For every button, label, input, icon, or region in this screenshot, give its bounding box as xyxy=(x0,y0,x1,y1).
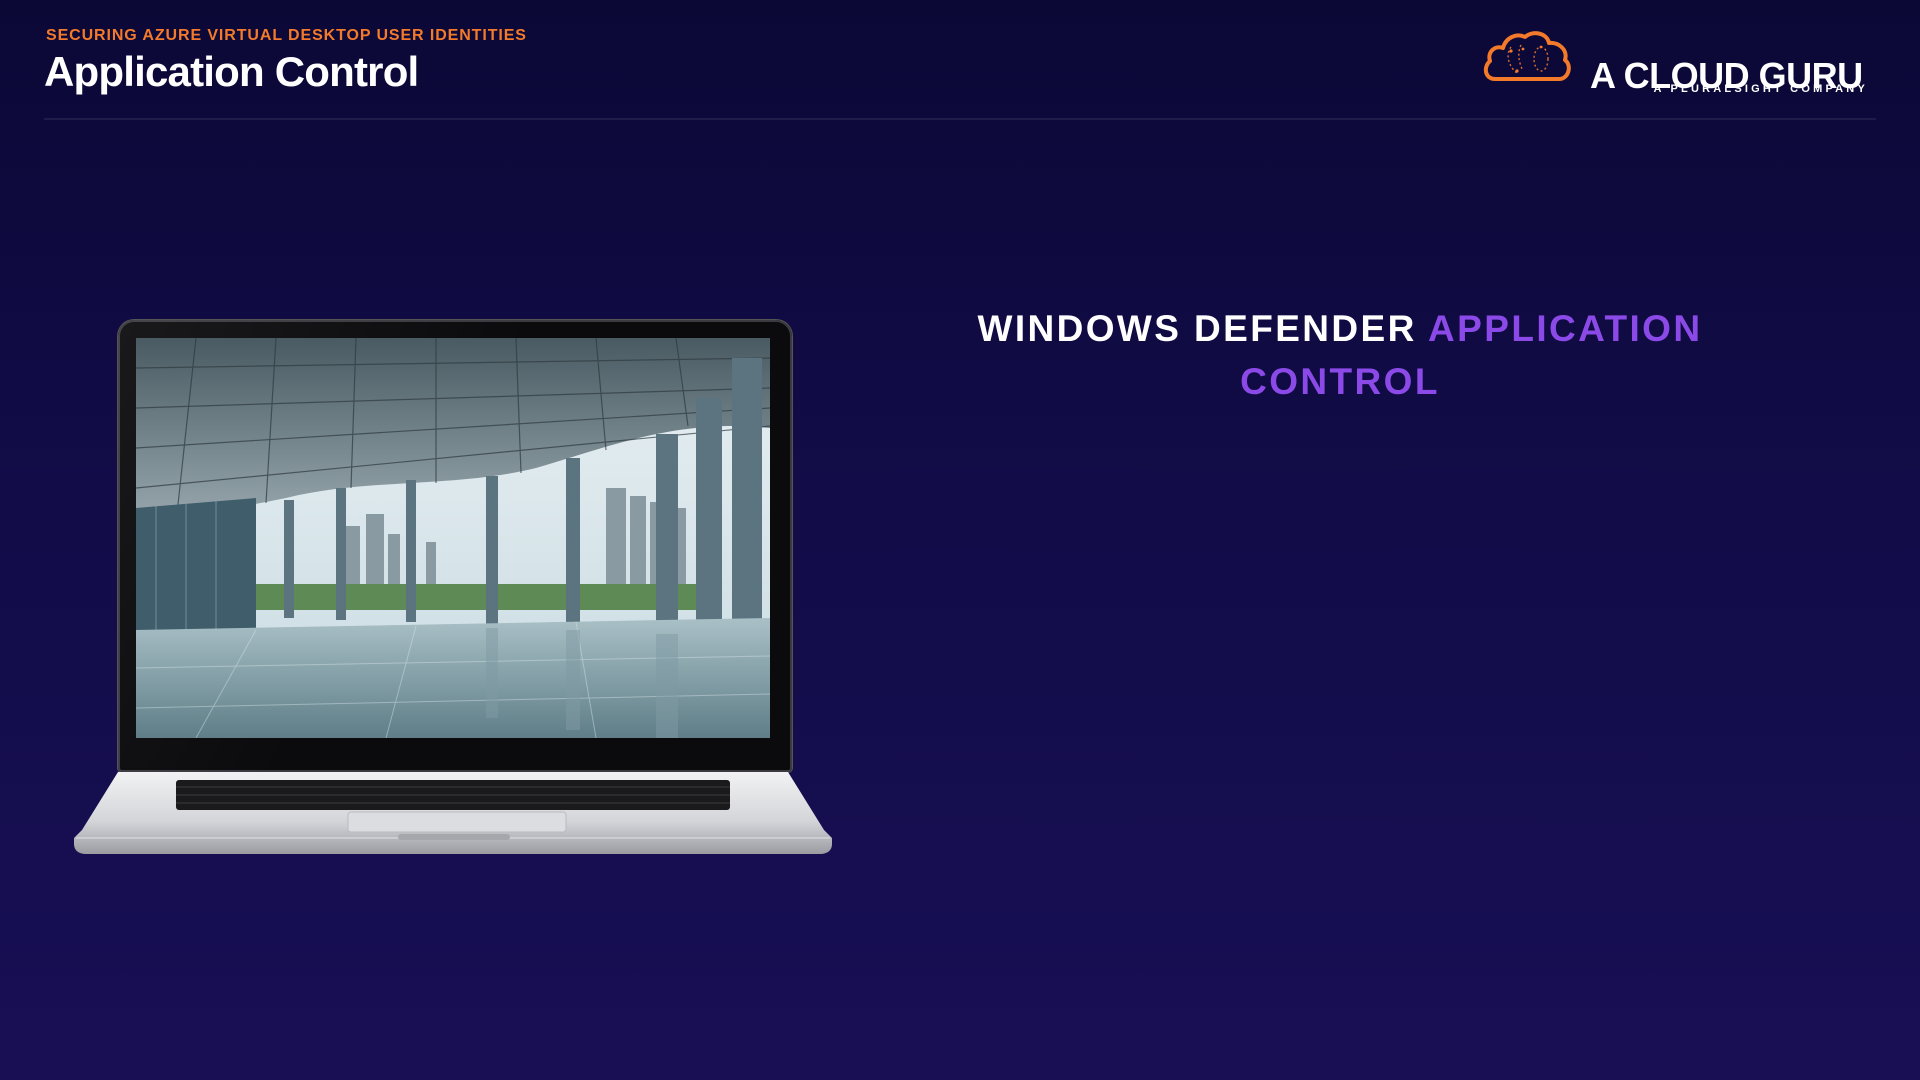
brand-tagline: A PLURALSIGHT COMPANY xyxy=(1653,83,1868,95)
heading-accent-text-2: CONTROL xyxy=(1240,361,1440,402)
laptop-illustration xyxy=(72,316,842,856)
brand-logo: A CLOUD GURU A PLURALSIGHT COMPANY xyxy=(1478,24,1878,104)
heading-plain-text: WINDOWS DEFENDER xyxy=(977,308,1417,349)
cloud-logo-icon xyxy=(1483,31,1571,81)
course-label: SECURING AZURE VIRTUAL DESKTOP USER IDEN… xyxy=(46,27,527,44)
header-divider xyxy=(44,118,1876,120)
laptop-screen-photo xyxy=(136,338,770,738)
heading-accent-text-1: APPLICATION xyxy=(1428,308,1703,349)
section-heading: WINDOWS DEFENDER APPLICATION CONTROL xyxy=(900,302,1780,408)
laptop-base xyxy=(74,772,832,854)
page-title: Application Control xyxy=(44,48,419,95)
slide: SECURING AZURE VIRTUAL DESKTOP USER IDEN… xyxy=(0,0,1920,1080)
